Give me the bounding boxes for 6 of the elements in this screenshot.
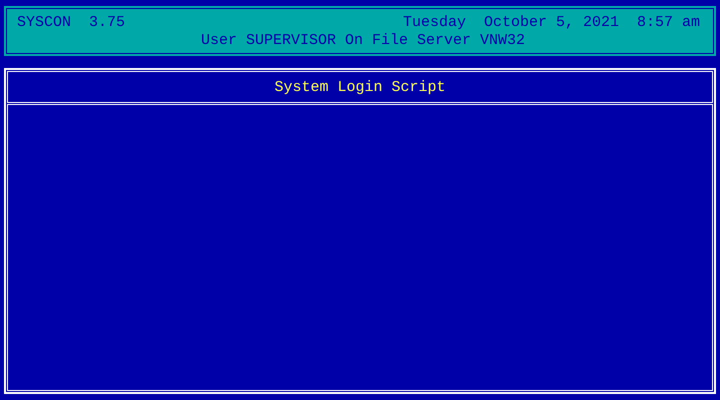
program-name: SYSCON — [17, 14, 72, 32]
panel-title: System Login Script — [274, 78, 446, 96]
time-text: 8:57 am — [636, 14, 700, 32]
date-text: Tuesday October 5, 2021 — [402, 14, 619, 32]
user-server-text: User SUPERVISOR On File Server VNW32 — [200, 32, 526, 49]
program-version: 3.75 — [89, 14, 126, 32]
